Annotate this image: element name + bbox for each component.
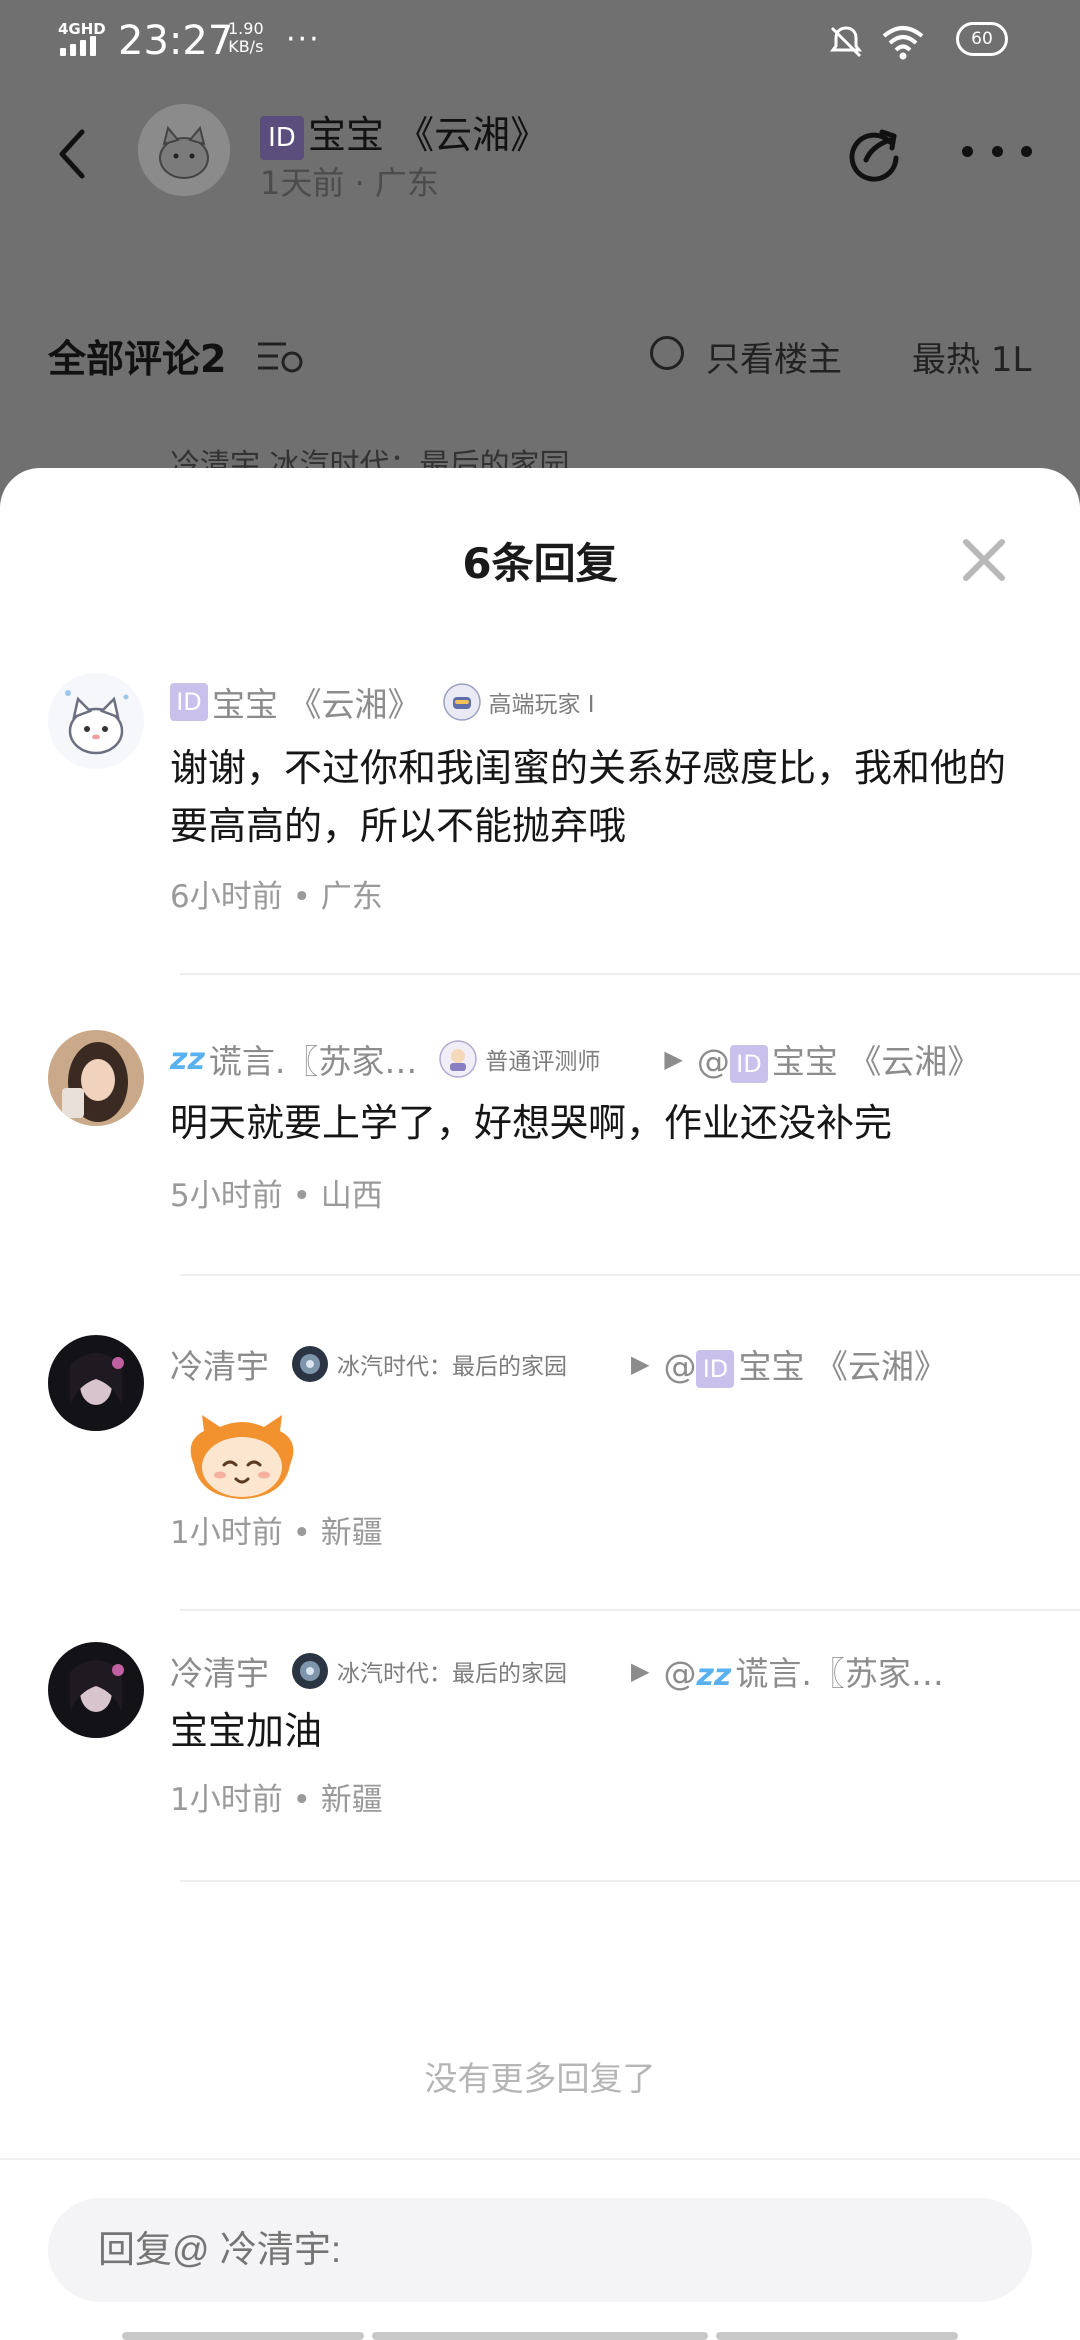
reply-header: zz 谎言.〖苏家… 普通评测师 ▶ @ ID 宝宝 《云湘》 [170,1034,980,1084]
clock: 23:27 [118,18,234,64]
net-speed: 1.90 KB/s [228,19,264,56]
reply-header: 冷清宇 冰汽时代：最后的家园 ▶ @zz 谎言.〖苏家… [170,1646,944,1696]
sleep-emoji-icon: zz [170,1041,205,1077]
divider [180,1274,1080,1276]
more-icon[interactable] [962,136,1032,166]
reply-to-user[interactable]: @ ID 宝宝 《云湘》 [697,1035,980,1083]
avatar[interactable] [48,1030,144,1126]
comment-bar: 全部评论2 只看楼主 最热 1L [0,310,1080,400]
avatar[interactable] [48,1642,144,1738]
user-title-badge: 高端玩家 I [488,692,595,718]
author-name[interactable]: ID 宝宝 《云湘》 [260,104,548,160]
reply-text: 宝宝加油 [170,1709,323,1753]
only-op-radio[interactable] [650,336,684,370]
author-meta: 1天前 · 广东 [260,164,439,202]
divider [180,973,1080,975]
signal-icon [60,36,96,56]
user-photo-avatar [48,1030,144,1126]
reply-meta: 5小时前 • 山西 [170,1178,383,1214]
reply-meta: 1小时前 • 新疆 [170,1515,383,1551]
share-icon[interactable] [842,120,906,184]
divider [180,1880,1080,1882]
reply-item[interactable]: zz 谎言.〖苏家… 普通评测师 ▶ @ ID 宝宝 《云湘》 明天就要上学了，好想… [0,1030,1080,1300]
sleep-emoji-icon: zz [696,1658,732,1693]
cat-avatar-icon [138,104,230,196]
reply-arrow-icon: ▶ [664,1045,683,1073]
battery-icon: 60 [956,22,1008,56]
game-badge-icon [292,1346,328,1382]
rank-badge-icon [439,1040,478,1078]
sort-toggle[interactable]: 最热 1L [912,332,1031,381]
reply-input-area [0,2158,1080,2340]
post-header: ID 宝宝 《云湘》 1天前 · 广东 [0,86,1080,216]
avatar[interactable] [48,673,144,769]
author-avatar[interactable] [138,104,230,196]
replies-sheet: 6条回复 ID 宝宝 《云湘》 高端玩家 I 谢谢，不过你和我闺蜜的关系好感度比… [0,468,1080,2340]
sheet-header: 6条回复 [0,468,1080,598]
reply-arrow-icon: ▶ [631,1350,650,1378]
game-badge-icon [292,1653,328,1689]
cat-avatar-icon [48,673,144,769]
status-bar: 4GHD 23:27 1.90 KB/s ··· 60 [0,0,1080,86]
mute-bell-icon [830,26,862,58]
reply-username[interactable]: 谎言.〖苏家… [209,1035,418,1083]
gesture-bar [0,2332,1080,2340]
wifi-icon [882,26,924,60]
reply-arrow-icon: ▶ [631,1657,650,1685]
close-icon[interactable] [958,534,1010,586]
only-op-label[interactable]: 只看楼主 [706,332,842,381]
user-title-badge: 普通评测师 [485,1049,601,1075]
reply-meta: 1小时前 • 新疆 [170,1782,383,1818]
reply-text: 谢谢，不过你和我闺蜜的关系好感度比，我和他的要高高的，所以不能抛弃哦 [170,746,1007,848]
id-tag: ID [729,1044,768,1083]
user-title-badge: 冰汽时代：最后的家园 [337,1354,567,1380]
reply-item[interactable]: 冷清宇 冰汽时代：最后的家园 ▶ @zz 谎言.〖苏家… 宝宝加油 1小时前 • … [0,1642,1080,1902]
no-more-replies: 没有更多回复了 [424,2059,656,2098]
reply-meta: 6小时前 • 广东 [170,879,383,915]
reply-header: ID 宝宝 《云湘》 高端玩家 I [170,677,595,727]
reply-input[interactable] [48,2198,1032,2302]
back-arrow-icon[interactable] [48,124,98,184]
reply-username[interactable]: 冷清宇 [170,1647,269,1695]
user-photo-avatar [48,1335,144,1431]
orange-cat-sticker [190,1415,294,1499]
reply-header: 冷清宇 冰汽时代：最后的家园 ▶ @ ID 宝宝 《云湘》 [170,1339,947,1389]
rank-badge-icon [442,683,481,721]
reply-item[interactable]: 冷清宇 冰汽时代：最后的家园 ▶ @ ID 宝宝 《云湘》 1小时前 • 新疆 [0,1335,1080,1635]
id-tag: ID [260,115,304,160]
sheet-title: 6条回复 [462,539,618,588]
avatar[interactable] [48,1335,144,1431]
comments-title: 全部评论2 [48,337,227,381]
id-tag: ID [696,1349,735,1388]
user-photo-avatar [48,1642,144,1738]
id-tag: ID [170,683,208,721]
reply-to-user[interactable]: @zz 谎言.〖苏家… [663,1647,943,1695]
reply-item[interactable]: ID 宝宝 《云湘》 高端玩家 I 谢谢，不过你和我闺蜜的关系好感度比，我和他的… [0,673,1080,975]
user-title-badge: 冰汽时代：最后的家园 [337,1661,567,1687]
status-overflow-icon: ··· [286,22,321,57]
reply-username[interactable]: 宝宝 《云湘》 [212,678,421,726]
filter-icon[interactable] [256,336,304,376]
reply-to-user[interactable]: @ ID 宝宝 《云湘》 [663,1340,947,1388]
divider [180,1609,1080,1611]
reply-text: 明天就要上学了，好想哭啊，作业还没补完 [170,1101,893,1145]
reply-username[interactable]: 冷清宇 [170,1340,269,1388]
